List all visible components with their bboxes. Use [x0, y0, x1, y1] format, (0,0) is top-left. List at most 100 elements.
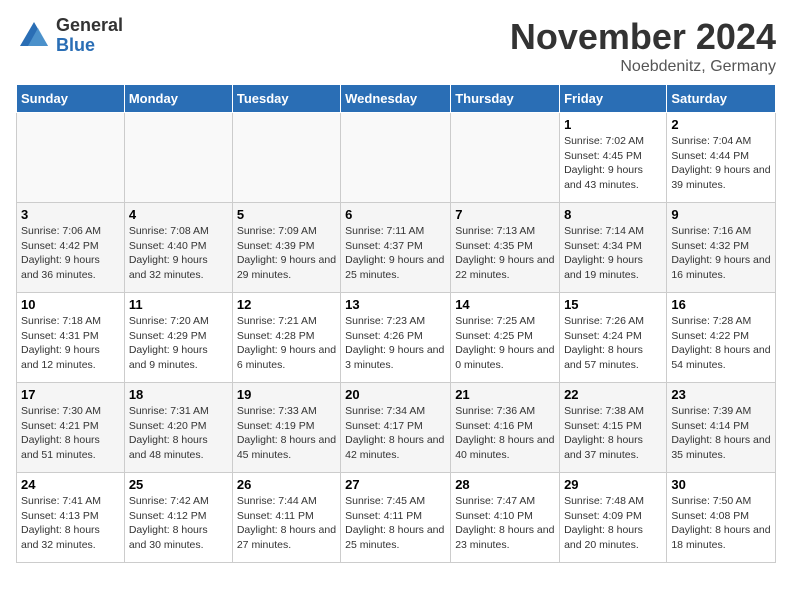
- day-number: 3: [21, 207, 120, 222]
- day-info: Sunrise: 7:36 AM Sunset: 4:16 PM Dayligh…: [455, 404, 555, 463]
- day-header-monday: Monday: [124, 85, 232, 113]
- day-info: Sunrise: 7:45 AM Sunset: 4:11 PM Dayligh…: [345, 494, 446, 553]
- day-info: Sunrise: 7:31 AM Sunset: 4:20 PM Dayligh…: [129, 404, 228, 463]
- day-number: 6: [345, 207, 446, 222]
- calendar-cell: 1 Sunrise: 7:02 AM Sunset: 4:45 PM Daylig…: [560, 113, 667, 203]
- calendar-cell: [451, 113, 560, 203]
- day-number: 7: [455, 207, 555, 222]
- header: General Blue November 2024 Noebdenitz, G…: [16, 16, 776, 76]
- calendar-cell: [232, 113, 340, 203]
- day-info: Sunrise: 7:02 AM Sunset: 4:45 PM Dayligh…: [564, 134, 662, 193]
- day-number: 5: [237, 207, 336, 222]
- day-number: 17: [21, 387, 120, 402]
- day-number: 1: [564, 117, 662, 132]
- day-info: Sunrise: 7:25 AM Sunset: 4:25 PM Dayligh…: [455, 314, 555, 373]
- calendar-cell: 16Sunrise: 7:28 AM Sunset: 4:22 PM Dayli…: [667, 293, 776, 383]
- calendar-cell: 24 Sunrise: 7:41 AM Sunset: 4:13 PM Dayli…: [17, 473, 125, 563]
- day-info: Sunrise: 7:47 AM Sunset: 4:10 PM Dayligh…: [455, 494, 555, 553]
- calendar-cell: 30Sunrise: 7:50 AM Sunset: 4:08 PM Dayli…: [667, 473, 776, 563]
- calendar-cell: 21 Sunrise: 7:36 AM Sunset: 4:16 PM Dayli…: [451, 383, 560, 473]
- calendar-cell: 9 Sunrise: 7:16 AM Sunset: 4:32 PM Daylig…: [667, 203, 776, 293]
- day-info: Sunrise: 7:11 AM Sunset: 4:37 PM Dayligh…: [345, 224, 446, 283]
- day-info: Sunrise: 7:09 AM Sunset: 4:39 PM Dayligh…: [237, 224, 336, 283]
- logo-general-text: General: [56, 16, 123, 36]
- calendar-header-row: SundayMondayTuesdayWednesdayThursdayFrid…: [17, 85, 776, 113]
- day-number: 22: [564, 387, 662, 402]
- day-info: Sunrise: 7:06 AM Sunset: 4:42 PM Dayligh…: [21, 224, 120, 283]
- calendar-cell: 17Sunrise: 7:30 AM Sunset: 4:21 PM Dayli…: [17, 383, 125, 473]
- calendar-cell: 23 Sunrise: 7:39 AM Sunset: 4:14 PM Dayli…: [667, 383, 776, 473]
- calendar-cell: 29 Sunrise: 7:48 AM Sunset: 4:09 PM Dayli…: [560, 473, 667, 563]
- day-header-wednesday: Wednesday: [341, 85, 451, 113]
- day-number: 28: [455, 477, 555, 492]
- day-number: 26: [237, 477, 336, 492]
- day-info: Sunrise: 7:23 AM Sunset: 4:26 PM Dayligh…: [345, 314, 446, 373]
- day-info: Sunrise: 7:18 AM Sunset: 4:31 PM Dayligh…: [21, 314, 120, 373]
- day-number: 20: [345, 387, 446, 402]
- day-info: Sunrise: 7:26 AM Sunset: 4:24 PM Dayligh…: [564, 314, 662, 373]
- day-header-sunday: Sunday: [17, 85, 125, 113]
- day-info: Sunrise: 7:14 AM Sunset: 4:34 PM Dayligh…: [564, 224, 662, 283]
- calendar-cell: 7 Sunrise: 7:13 AM Sunset: 4:35 PM Daylig…: [451, 203, 560, 293]
- day-number: 23: [671, 387, 771, 402]
- day-number: 13: [345, 297, 446, 312]
- day-header-tuesday: Tuesday: [232, 85, 340, 113]
- calendar-cell: 22Sunrise: 7:38 AM Sunset: 4:15 PM Dayli…: [560, 383, 667, 473]
- calendar-week-2: 3 Sunrise: 7:06 AM Sunset: 4:42 PM Daylig…: [17, 203, 776, 293]
- month-title: November 2024: [510, 16, 776, 58]
- day-info: Sunrise: 7:13 AM Sunset: 4:35 PM Dayligh…: [455, 224, 555, 283]
- day-header-friday: Friday: [560, 85, 667, 113]
- day-info: Sunrise: 7:28 AM Sunset: 4:22 PM Dayligh…: [671, 314, 771, 373]
- calendar-cell: 11Sunrise: 7:20 AM Sunset: 4:29 PM Dayli…: [124, 293, 232, 383]
- day-number: 9: [671, 207, 771, 222]
- day-number: 10: [21, 297, 120, 312]
- day-info: Sunrise: 7:21 AM Sunset: 4:28 PM Dayligh…: [237, 314, 336, 373]
- logo-icon: [16, 18, 52, 54]
- day-info: Sunrise: 7:41 AM Sunset: 4:13 PM Dayligh…: [21, 494, 120, 553]
- calendar-cell: 28 Sunrise: 7:47 AM Sunset: 4:10 PM Dayli…: [451, 473, 560, 563]
- calendar: SundayMondayTuesdayWednesdayThursdayFrid…: [16, 84, 776, 563]
- calendar-cell: [17, 113, 125, 203]
- calendar-cell: 8Sunrise: 7:14 AM Sunset: 4:34 PM Daylig…: [560, 203, 667, 293]
- day-number: 14: [455, 297, 555, 312]
- day-header-saturday: Saturday: [667, 85, 776, 113]
- calendar-cell: 5 Sunrise: 7:09 AM Sunset: 4:39 PM Daylig…: [232, 203, 340, 293]
- day-number: 4: [129, 207, 228, 222]
- day-number: 27: [345, 477, 446, 492]
- day-info: Sunrise: 7:16 AM Sunset: 4:32 PM Dayligh…: [671, 224, 771, 283]
- day-info: Sunrise: 7:42 AM Sunset: 4:12 PM Dayligh…: [129, 494, 228, 553]
- day-header-thursday: Thursday: [451, 85, 560, 113]
- day-number: 24: [21, 477, 120, 492]
- day-info: Sunrise: 7:33 AM Sunset: 4:19 PM Dayligh…: [237, 404, 336, 463]
- day-info: Sunrise: 7:39 AM Sunset: 4:14 PM Dayligh…: [671, 404, 771, 463]
- calendar-cell: 4 Sunrise: 7:08 AM Sunset: 4:40 PM Daylig…: [124, 203, 232, 293]
- calendar-cell: 13 Sunrise: 7:23 AM Sunset: 4:26 PM Dayli…: [341, 293, 451, 383]
- calendar-week-1: 1 Sunrise: 7:02 AM Sunset: 4:45 PM Daylig…: [17, 113, 776, 203]
- calendar-week-4: 17Sunrise: 7:30 AM Sunset: 4:21 PM Dayli…: [17, 383, 776, 473]
- logo-blue-text: Blue: [56, 36, 123, 56]
- title-section: November 2024 Noebdenitz, Germany: [510, 16, 776, 76]
- day-number: 11: [129, 297, 228, 312]
- calendar-cell: 6 Sunrise: 7:11 AM Sunset: 4:37 PM Daylig…: [341, 203, 451, 293]
- day-info: Sunrise: 7:44 AM Sunset: 4:11 PM Dayligh…: [237, 494, 336, 553]
- calendar-cell: 3 Sunrise: 7:06 AM Sunset: 4:42 PM Daylig…: [17, 203, 125, 293]
- day-number: 21: [455, 387, 555, 402]
- day-number: 15: [564, 297, 662, 312]
- calendar-cell: 19 Sunrise: 7:33 AM Sunset: 4:19 PM Dayli…: [232, 383, 340, 473]
- calendar-cell: 25Sunrise: 7:42 AM Sunset: 4:12 PM Dayli…: [124, 473, 232, 563]
- calendar-cell: 18Sunrise: 7:31 AM Sunset: 4:20 PM Dayli…: [124, 383, 232, 473]
- logo: General Blue: [16, 16, 123, 56]
- calendar-cell: 12Sunrise: 7:21 AM Sunset: 4:28 PM Dayli…: [232, 293, 340, 383]
- calendar-cell: 27 Sunrise: 7:45 AM Sunset: 4:11 PM Dayli…: [341, 473, 451, 563]
- day-info: Sunrise: 7:08 AM Sunset: 4:40 PM Dayligh…: [129, 224, 228, 283]
- day-number: 29: [564, 477, 662, 492]
- day-number: 2: [671, 117, 771, 132]
- day-info: Sunrise: 7:04 AM Sunset: 4:44 PM Dayligh…: [671, 134, 771, 193]
- calendar-cell: 10 Sunrise: 7:18 AM Sunset: 4:31 PM Dayli…: [17, 293, 125, 383]
- calendar-cell: [124, 113, 232, 203]
- calendar-cell: 14 Sunrise: 7:25 AM Sunset: 4:25 PM Dayli…: [451, 293, 560, 383]
- day-number: 19: [237, 387, 336, 402]
- calendar-week-3: 10 Sunrise: 7:18 AM Sunset: 4:31 PM Dayli…: [17, 293, 776, 383]
- calendar-cell: 15 Sunrise: 7:26 AM Sunset: 4:24 PM Dayli…: [560, 293, 667, 383]
- day-info: Sunrise: 7:48 AM Sunset: 4:09 PM Dayligh…: [564, 494, 662, 553]
